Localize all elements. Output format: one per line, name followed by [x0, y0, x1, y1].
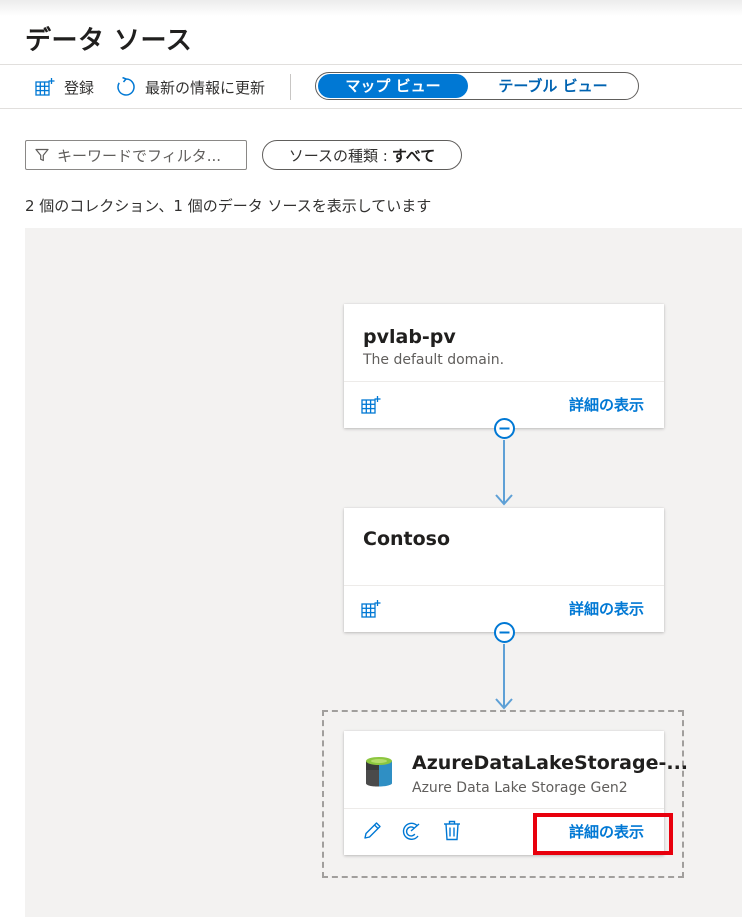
view-details-link[interactable]: 詳細の表示 — [569, 394, 644, 415]
highlight-box — [533, 813, 673, 855]
collection-subtitle: The default domain. — [363, 352, 505, 368]
card-divider — [344, 381, 664, 382]
collection-card-pvlab[interactable]: pvlab-pv The default domain. 詳細の表示 — [344, 304, 664, 428]
data-source-title: AzureDataLakeStorage-... — [412, 752, 689, 774]
view-details-link[interactable]: 詳細の表示 — [569, 598, 644, 619]
card-divider — [344, 585, 664, 586]
delete-icon[interactable] — [443, 820, 461, 841]
edit-icon[interactable] — [362, 821, 382, 841]
register-source-icon[interactable] — [361, 395, 381, 415]
scan-icon[interactable] — [400, 821, 422, 841]
collection-title: pvlab-pv — [363, 326, 456, 348]
collapse-icon[interactable] — [493, 621, 516, 644]
card-divider — [344, 808, 664, 809]
collapse-icon[interactable] — [493, 417, 516, 440]
data-source-type: Azure Data Lake Storage Gen2 — [412, 780, 628, 796]
collection-title: Contoso — [363, 528, 451, 550]
collection-card-contoso[interactable]: Contoso 詳細の表示 — [344, 508, 664, 632]
register-source-icon[interactable] — [361, 599, 381, 619]
data-lake-storage-icon — [366, 757, 392, 787]
